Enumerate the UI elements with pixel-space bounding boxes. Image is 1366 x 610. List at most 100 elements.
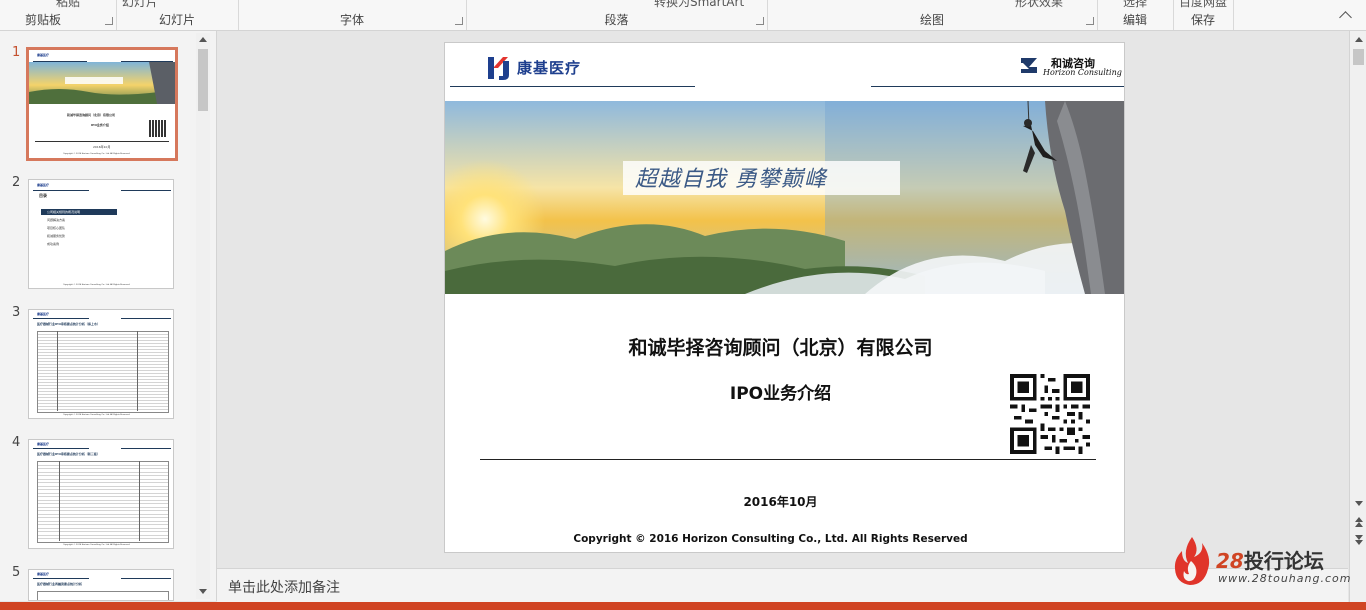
slide-number: 5 (12, 565, 21, 580)
slide-thumbnail-3[interactable]: 康基医疗 医疗器械行业IPO审核要点统计分析（拟上市） Copyright © … (28, 309, 174, 419)
dialog-launcher-icon[interactable] (455, 17, 463, 25)
scroll-down-button[interactable] (1351, 497, 1366, 511)
site-watermark: 28投行论坛 www.28touhang.com (1172, 535, 1350, 590)
thumb-slide-title: 医疗器械行业再融资要点统计分析 (37, 582, 83, 586)
ribbon: 粘贴 剪贴板 幻灯片 幻灯片 字体 转换为SmartArt 段落 形状效果 绘图… (0, 0, 1366, 31)
header-rule-left (450, 86, 695, 87)
thumb-toc-item: 成功案例 (47, 242, 60, 246)
thumb-date: 2016年10月 (93, 145, 111, 149)
baidu-netdisk-button[interactable]: 百度网盘 (1179, 0, 1227, 10)
slide-1[interactable]: 康基医疗 和诚咨询 Horizon Consulting 超越自我 勇攀巅峰 和… (444, 42, 1125, 553)
thumb-copyright: Copyright © 2016 Horizon Consulting Co.,… (63, 153, 130, 155)
scroll-down-button[interactable] (196, 585, 210, 599)
ribbon-group-label: 编辑 (1122, 13, 1147, 27)
select-button[interactable]: 选择 (1123, 0, 1147, 10)
slide-number: 4 (12, 435, 21, 450)
watermark-text: 投行论坛 (1243, 549, 1324, 573)
ribbon-group-label: 字体 (339, 13, 364, 27)
thumb-toc-item: 项目核心团队 (47, 226, 66, 230)
smartart-button[interactable]: 转换为SmartArt (654, 0, 744, 10)
scrollbar-thumb[interactable] (198, 49, 208, 111)
watermark-number: 28 (1216, 549, 1244, 573)
company-name[interactable]: 和诚毕择咨询顾问（北京）有限公司 (445, 333, 1116, 360)
arrow-up-icon (199, 37, 207, 42)
ribbon-group-clipboard[interactable]: 粘贴 剪贴板 (0, 0, 117, 30)
slide-thumbnail-5[interactable]: 康基医疗 医疗器械行业再融资要点统计分析 (28, 569, 174, 601)
arrow-up-icon (1354, 37, 1363, 42)
ribbon-group-label: 保存 (1190, 13, 1215, 27)
scroll-up-button[interactable] (196, 33, 210, 47)
ribbon-group-save[interactable]: 百度网盘 保存 (1173, 0, 1234, 30)
thumb-slide-title: 医疗器械行业IPO审核要点统计分析（新三板） (37, 452, 100, 456)
watermark-brand: 28投行论坛 (1216, 545, 1324, 574)
slide-number: 1 (12, 45, 21, 60)
banner-image: 超越自我 勇攀巅峰 (445, 101, 1124, 294)
thumb-slide-title: 医疗器械行业IPO审核要点统计分析（拟上市） (37, 322, 100, 326)
paste-button[interactable]: 粘贴 (56, 0, 80, 10)
thumb-table-col (139, 461, 140, 541)
thumbnail-scrollbar[interactable] (196, 33, 210, 599)
thumb-table-col (57, 331, 58, 411)
presentation-date[interactable]: 2016年10月 (445, 493, 1116, 510)
slide-thumbnail-4[interactable]: 康基医疗 医疗器械行业IPO审核要点统计分析（新三板） Copyright © … (28, 439, 174, 549)
ribbon-group-label: 剪贴板 (24, 13, 61, 27)
ribbon-group-slides[interactable]: 幻灯片 幻灯片 (116, 0, 239, 30)
thumb-copyright: Copyright © 2016 Horizon Consulting Co.,… (63, 284, 130, 286)
thumb-table (37, 461, 169, 543)
thumb-company: 和诚毕择咨询顾问（北京）有限公司 (67, 113, 116, 117)
next-slide-button[interactable] (1351, 533, 1366, 547)
horizon-logo-en: Horizon Consulting (1043, 68, 1122, 77)
slide-thumbnail-2[interactable]: 康基医疗 目录 公司相关规则的概况说明 问题解决方案 项目核心团队 和诚服务优势… (28, 179, 174, 289)
thumb-copyright: Copyright © 2016 Horizon Consulting Co.,… (63, 544, 130, 546)
ribbon-group-editing[interactable]: 选择 编辑 (1097, 0, 1174, 30)
thumb-logo: 康基医疗 (37, 572, 50, 576)
slide-number: 3 (12, 305, 21, 320)
thumb-table-col (137, 331, 138, 411)
thumb-logo: 康基医疗 (37, 183, 50, 187)
slide-scrollbar[interactable] (1349, 31, 1366, 602)
double-down-icon (1354, 540, 1363, 545)
ribbon-group-label: 幻灯片 (158, 13, 195, 27)
slogan-text: 超越自我 勇攀巅峰 (635, 167, 827, 192)
status-bar (0, 602, 1366, 610)
ribbon-group-label: 绘图 (919, 13, 944, 27)
copyright-text[interactable]: Copyright © 2016 Horizon Consulting Co.,… (445, 533, 1096, 545)
thumb-table (37, 591, 169, 600)
slide-thumbnail-pane: 1 康基医疗 和诚毕择咨询顾问（北京）有限公司 IPO业务介绍 2016年10月… (0, 31, 217, 601)
dialog-launcher-icon[interactable] (1086, 17, 1094, 25)
scroll-up-button[interactable] (1351, 33, 1366, 47)
slide-number: 2 (12, 175, 21, 190)
collapse-ribbon-icon[interactable] (1339, 11, 1352, 24)
thumb-copyright: Copyright © 2016 Horizon Consulting Co.,… (63, 414, 130, 416)
flame-logo-icon (1174, 537, 1210, 585)
scrollbar-thumb[interactable] (1353, 49, 1364, 65)
horizon-logo-icon (1021, 58, 1037, 73)
watermark-url: www.28touhang.com (1218, 572, 1352, 585)
thumb-banner-image (29, 62, 175, 104)
ribbon-group-font[interactable]: 字体 (238, 0, 467, 30)
ribbon-group-paragraph[interactable]: 转换为SmartArt 段落 (466, 0, 768, 30)
thumb-toc-heading: 目录 (39, 193, 47, 198)
title-separator (480, 459, 1096, 460)
arrow-down-icon (1354, 501, 1363, 506)
new-slide-button[interactable]: 幻灯片 (122, 0, 158, 10)
dialog-launcher-icon[interactable] (756, 17, 764, 25)
thumb-qr-code (149, 120, 166, 137)
ribbon-group-label: 段落 (604, 13, 629, 27)
thumb-toc-item: 和诚服务优势 (47, 234, 66, 238)
slide-thumbnail-1[interactable]: 康基医疗 和诚毕择咨询顾问（北京）有限公司 IPO业务介绍 2016年10月 C… (26, 47, 178, 161)
dialog-launcher-icon[interactable] (105, 17, 113, 25)
notes-placeholder[interactable]: 单击此处添加备注 (228, 577, 340, 597)
thumb-logo: 康基医疗 (37, 53, 50, 57)
thumb-toc-item: 公司相关规则的概况说明 (47, 210, 81, 214)
double-up-icon (1354, 522, 1363, 527)
thumb-table-col (59, 461, 60, 541)
kangji-logo-text: 康基医疗 (517, 59, 582, 77)
thumb-toc-item: 问题解决方案 (47, 218, 66, 222)
kangji-logo-icon (488, 57, 509, 80)
shape-effects-button[interactable]: 形状效果 (1015, 0, 1063, 10)
ribbon-group-drawing[interactable]: 形状效果 绘图 (767, 0, 1098, 30)
arrow-down-icon (199, 589, 207, 594)
thumb-logo: 康基医疗 (37, 312, 50, 316)
previous-slide-button[interactable] (1351, 515, 1366, 529)
